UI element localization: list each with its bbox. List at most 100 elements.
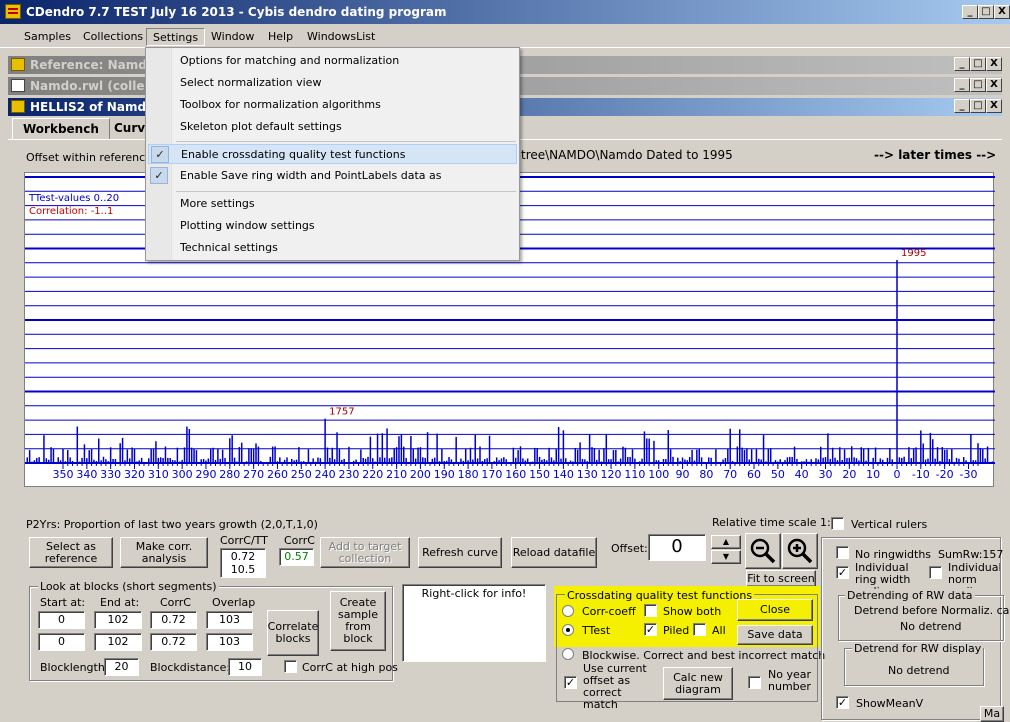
child-minimize-button[interactable]: _ — [954, 57, 970, 71]
corrc-high-pos-label: CorrC at high pos — [302, 661, 398, 674]
blocklength-label: Blocklength: — [40, 661, 109, 674]
show-both-checkbox[interactable] — [644, 604, 657, 617]
menu-item-toolbox[interactable]: Toolbox for normalization algorithms — [148, 95, 517, 115]
piled-label: Piled — [663, 624, 690, 637]
corrc-high-pos-checkbox[interactable] — [284, 660, 297, 673]
corrc-tt-field: 0.72 10.5 — [220, 548, 266, 578]
check-icon: ✓ — [150, 167, 168, 184]
blocklength-input[interactable]: 20 — [104, 658, 139, 676]
app-icon — [5, 4, 21, 19]
close-window-button[interactable]: X — [994, 5, 1010, 19]
no-detrend-value-1[interactable]: No detrend — [900, 620, 962, 633]
refresh-curve-button[interactable]: Refresh curve — [418, 537, 502, 568]
menu-item-normalization-view[interactable]: Select normalization view — [148, 73, 517, 93]
child-close-button[interactable]: X — [986, 57, 1002, 71]
individual-norm-checkbox[interactable] — [929, 566, 942, 579]
menu-item-skeleton-plot[interactable]: Skeleton plot default settings — [148, 117, 517, 137]
zoom-in-button[interactable] — [782, 533, 818, 569]
x-tick-label: 290 — [195, 468, 216, 481]
settings-dropdown: Options for matching and normalization S… — [145, 47, 520, 261]
child-maximize-button[interactable]: □ — [970, 57, 986, 71]
menu-item-crossdating-quality[interactable]: ✓ Enable crossdating quality test functi… — [148, 144, 517, 164]
offset-down-button[interactable]: ▼ — [711, 550, 741, 564]
piled-checkbox[interactable]: ✓ — [644, 623, 657, 636]
menu-bar: Samples Collections Settings Window Help… — [0, 24, 1010, 69]
menu-samples[interactable]: Samples — [18, 28, 77, 46]
corrc-tt-label: CorrC/TT — [220, 534, 268, 547]
menu-item-more-settings[interactable]: More settings — [148, 194, 517, 214]
offset-input[interactable]: 0 — [648, 534, 706, 561]
child-maximize-button[interactable]: □ — [970, 78, 986, 92]
child-minimize-button[interactable]: _ — [954, 78, 970, 92]
save-data-button[interactable]: Save data — [737, 625, 813, 645]
offset-up-button[interactable]: ▲ — [711, 535, 741, 549]
info-box[interactable]: Right-click for info! — [402, 584, 546, 662]
menu-separator — [176, 141, 516, 142]
x-tick-label: 310 — [148, 468, 169, 481]
individual-ring-checkbox[interactable]: ✓ — [836, 566, 849, 579]
block-start-input[interactable]: 0 — [38, 611, 85, 629]
menu-help[interactable]: Help — [262, 28, 299, 46]
child-close-button[interactable]: X — [986, 78, 1002, 92]
use-current-offset-checkbox[interactable]: ✓ — [564, 676, 577, 689]
block-end-input[interactable]: 102 — [94, 611, 142, 629]
tab-workbench[interactable]: Workbench — [12, 118, 110, 140]
x-tick-label: 140 — [553, 468, 574, 481]
blocks-group-title: Look at blocks (short segments) — [38, 580, 219, 593]
calc-new-diagram-button[interactable]: Calc new diagram — [663, 667, 733, 700]
vertical-rulers-checkbox[interactable] — [831, 517, 844, 530]
detrending-title: Detrending of RW data — [845, 589, 975, 602]
menu-item-save-ring-width[interactable]: ✓ Enable Save ring width and PointLabels… — [148, 166, 517, 186]
all-checkbox[interactable] — [693, 623, 706, 636]
child-window-icon — [11, 100, 25, 113]
menu-window[interactable]: Window — [205, 28, 260, 46]
no-detrend-value-2[interactable]: No detrend — [888, 664, 950, 677]
detrend-display-title: Detrend for RW display — [852, 642, 984, 655]
x-tick-label: 180 — [458, 468, 479, 481]
menu-collections[interactable]: Collections — [77, 28, 149, 46]
minimize-button[interactable]: _ — [962, 5, 978, 19]
show-mean-checkbox[interactable]: ✓ — [836, 696, 849, 709]
zoom-out-button[interactable] — [745, 533, 781, 569]
create-sample-button[interactable]: Create sample from block — [330, 591, 386, 651]
menu-item-plotting-window[interactable]: Plotting window settings — [148, 216, 517, 236]
make-corr-analysis-button[interactable]: Make corr. analysis — [120, 537, 208, 568]
correlate-blocks-button[interactable]: Correlate blocks — [267, 610, 319, 656]
child-close-button[interactable]: X — [986, 99, 1002, 113]
blockwise-radio[interactable] — [562, 648, 574, 660]
no-year-number-checkbox[interactable] — [748, 676, 761, 689]
tt-value: 10.5 — [230, 563, 256, 576]
close-crossdating-button[interactable]: Close — [737, 599, 813, 621]
time-scale-label: Relative time scale 1:28 — [712, 516, 845, 529]
block-start-input[interactable]: 0 — [38, 633, 85, 651]
corrc-field: 0.57 — [279, 548, 314, 566]
menu-item-label: Skeleton plot default settings — [180, 120, 342, 133]
no-ringwidths-label: No ringwidths — [855, 548, 932, 561]
menu-item-label: Plotting window settings — [180, 219, 315, 232]
maximize-button[interactable]: □ — [978, 5, 994, 19]
block-end-input[interactable]: 102 — [94, 633, 142, 651]
menu-windowslist[interactable]: WindowsList — [301, 28, 381, 46]
menu-item-label: Toolbox for normalization algorithms — [180, 98, 381, 111]
add-to-target-button[interactable]: Add to target collection — [320, 537, 410, 568]
child-minimize-button[interactable]: _ — [954, 99, 970, 113]
select-as-reference-button[interactable]: Select as reference — [29, 537, 113, 568]
child-maximize-button[interactable]: □ — [970, 99, 986, 113]
block-corrc-field: 0.72 — [150, 633, 197, 651]
peak-label: 1757 — [329, 407, 354, 418]
x-tick-label: 130 — [577, 468, 598, 481]
menu-item-options-matching[interactable]: Options for matching and normalization — [148, 51, 517, 71]
ttest-radio[interactable] — [562, 624, 574, 636]
corr-coeff-radio[interactable] — [562, 605, 574, 617]
x-tick-label: -20 — [936, 468, 954, 481]
x-tick-label: 280 — [219, 468, 240, 481]
blockdistance-input[interactable]: 10 — [228, 658, 262, 676]
menu-settings[interactable]: Settings — [146, 28, 206, 46]
reload-datafile-button[interactable]: Reload datafile — [511, 537, 597, 568]
x-tick-label: 150 — [529, 468, 550, 481]
no-ringwidths-checkbox[interactable] — [836, 546, 849, 559]
fit-to-screen-button[interactable]: Fit to screen — [746, 570, 816, 587]
x-tick-label: 230 — [338, 468, 359, 481]
corr-coeff-label: Corr-coeff — [582, 605, 636, 618]
menu-item-technical-settings[interactable]: Technical settings — [148, 238, 517, 258]
